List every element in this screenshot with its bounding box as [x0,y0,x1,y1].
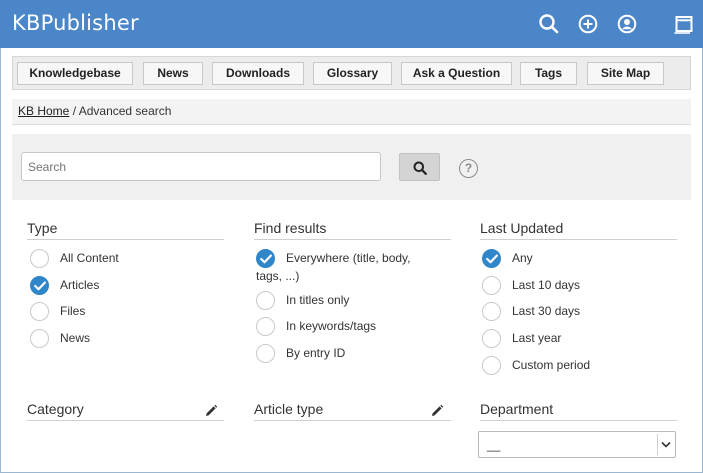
type-label-news: News [60,331,91,345]
find-label-titles-only: In titles only [286,293,350,307]
app-header: KBPublisher [0,0,703,48]
updated-radio-last-10-days[interactable] [482,276,501,295]
menu-item-news[interactable]: News [143,62,203,85]
department-title: Department [480,401,677,421]
find-radio-everywhere[interactable] [256,249,275,268]
menu-item-site-map[interactable]: Site Map [587,62,664,85]
type-radio-news[interactable] [30,329,49,348]
category-title: Category [27,401,224,421]
app-logo[interactable]: KBPublisher [12,11,139,35]
edit-category-icon[interactable] [204,404,218,418]
last-updated-title: Last Updated [480,220,677,240]
search-icon [413,161,427,175]
department-select[interactable]: __ [478,431,676,458]
find-radio-keywords-tags[interactable] [256,317,275,336]
find-label-everywhere-line1: Everywhere (title, body, [286,251,411,265]
updated-label-last-30-days: Last 30 days [512,304,581,318]
updated-label-any: Any [512,251,533,265]
search-panel: ? [12,134,691,200]
type-label-all-content: All Content [60,251,119,265]
type-radio-all-content[interactable] [30,249,49,268]
find-label-keywords-tags: In keywords/tags [286,319,377,333]
find-results-title: Find results [254,220,451,240]
type-title: Type [27,220,224,240]
type-label-files: Files [60,304,86,318]
add-circle-icon[interactable] [576,12,600,36]
updated-label-custom-period: Custom period [512,358,591,372]
edit-article-type-icon[interactable] [430,404,444,418]
menu-item-glossary[interactable]: Glossary [313,62,392,85]
department-select-value: __ [487,438,501,452]
breadcrumb-home-link[interactable]: KB Home [18,104,69,118]
check-icon [34,281,46,291]
menu-item-downloads[interactable]: Downloads [212,62,304,85]
check-icon [260,254,272,264]
updated-radio-last-year[interactable] [482,329,501,348]
search-button[interactable] [399,153,440,181]
main-menu: Knowledgebase News Downloads Glossary As… [12,56,691,90]
type-radio-files[interactable] [30,302,49,321]
chevron-down-icon [657,434,673,455]
check-icon [486,254,498,264]
type-radio-articles[interactable] [30,276,49,295]
help-icon[interactable]: ? [459,159,478,178]
find-radio-titles-only[interactable] [256,291,275,310]
updated-label-last-year: Last year [512,331,562,345]
find-label-entry-id: By entry ID [286,346,346,360]
menu-item-ask-a-question[interactable]: Ask a Question [401,62,512,85]
article-type-title: Article type [254,401,451,421]
find-label-everywhere-line2: tags, ...) [256,269,300,283]
updated-radio-last-30-days[interactable] [482,302,501,321]
breadcrumb-separator: / [72,104,77,118]
breadcrumb: KB Home / Advanced search [12,99,691,125]
breadcrumb-current: Advanced search [78,104,172,118]
updated-radio-custom-period[interactable] [482,356,501,375]
type-label-articles: Articles [60,278,100,292]
find-radio-entry-id[interactable] [256,344,275,363]
user-icon[interactable] [615,12,639,36]
menu-item-tags[interactable]: Tags [520,62,577,85]
menu-item-knowledgebase[interactable]: Knowledgebase [17,62,133,85]
window-icon[interactable] [672,12,696,36]
search-icon[interactable] [537,12,561,36]
search-input[interactable] [21,152,381,181]
updated-label-last-10-days: Last 10 days [512,278,581,292]
updated-radio-any[interactable] [482,249,501,268]
